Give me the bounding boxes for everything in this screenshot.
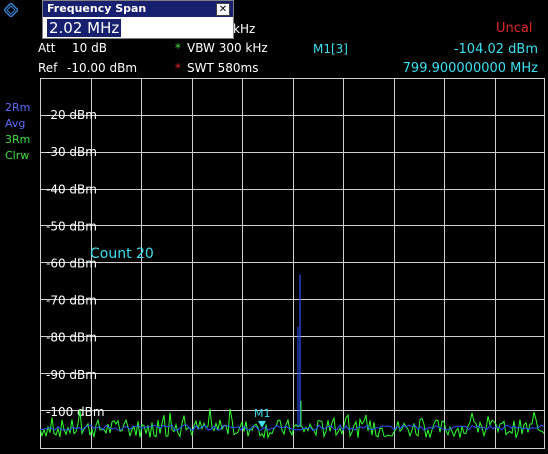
trace2-id: 2Rm: [5, 101, 31, 114]
att-label: Att: [38, 41, 56, 55]
ref-value: -10.00 dBm: [67, 61, 138, 75]
span-input[interactable]: 2.02 MHz: [45, 19, 231, 37]
y-tick-label: -90 dBm: [46, 368, 97, 382]
trace3-mode: Clrw: [5, 149, 30, 162]
trace3-id: 3Rm: [5, 133, 31, 146]
att-value: 10 dB: [72, 41, 107, 55]
marker-m1-label: M1: [254, 407, 271, 420]
ref-label: Ref: [38, 61, 58, 75]
count-label: Count 20: [90, 246, 154, 262]
swt-value: SWT 580ms: [187, 61, 259, 75]
y-tick-label: -100 dBm: [46, 405, 105, 419]
rohde-schwarz-logo-icon: [4, 3, 18, 17]
marker-name: M1[3]: [313, 42, 348, 56]
y-tick-label: -70 dBm: [46, 294, 97, 308]
span-value: 2.02 MHz: [47, 19, 122, 37]
trace2-mode: Avg: [5, 117, 26, 130]
marker-frequency: 799.900000000 MHz: [402, 61, 538, 76]
vbw-value: VBW 300 kHz: [187, 41, 268, 55]
grid-border: [40, 78, 545, 449]
swt-coupled-star: *: [175, 61, 181, 75]
y-tick-label: -40 dBm: [46, 182, 97, 196]
uncal-indicator: Uncal: [496, 21, 533, 36]
y-tick-label: -20 dBm: [46, 108, 97, 122]
logo: [4, 3, 18, 17]
spectrum-chart: -20 dBm-30 dBm-40 dBm-50 dBm-60 dBm-70 d…: [39, 78, 545, 449]
spectrum-display[interactable]: -20 dBm -30 dBm -40 dBm -50 dBm -60 dBm -70 d…: [39, 78, 545, 449]
span-unit-partial: kHz: [233, 22, 256, 36]
vbw-coupled-star: *: [175, 41, 181, 55]
y-tick-label: -30 dBm: [46, 145, 97, 159]
y-tick-label: -50 dBm: [46, 219, 97, 233]
frequency-span-dialog[interactable]: Frequency Span ✕ 2.02 MHz: [42, 0, 234, 39]
close-icon[interactable]: ✕: [216, 3, 230, 16]
marker-level: -104.02 dBm: [453, 42, 538, 57]
trace-clrw: [39, 408, 545, 440]
dialog-title: Frequency Span: [43, 1, 233, 17]
y-tick-label: -80 dBm: [46, 331, 97, 345]
